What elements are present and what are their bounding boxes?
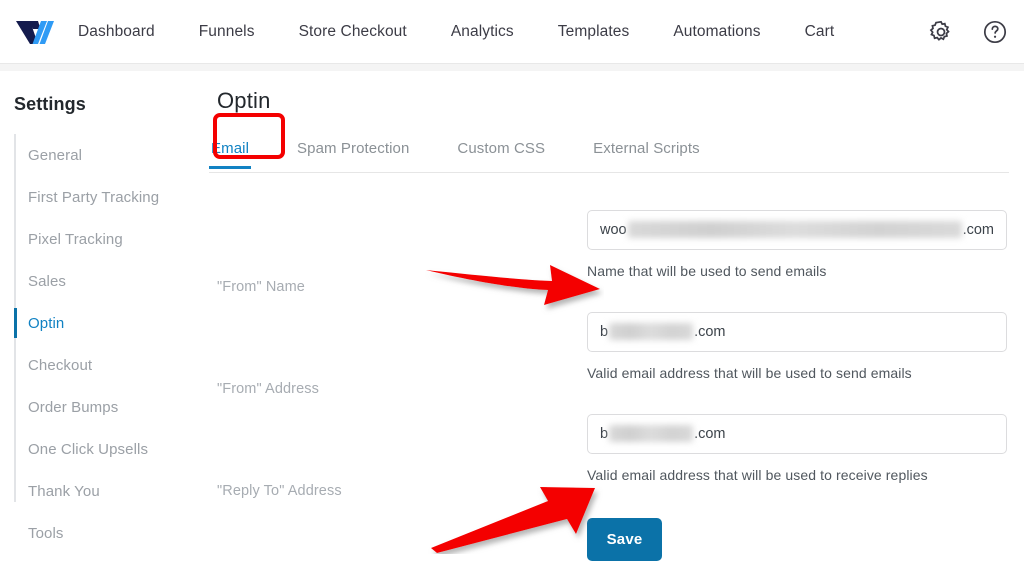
- from-address-input[interactable]: b .com: [587, 312, 1007, 352]
- page-body: Settings General First Party Tracking Pi…: [0, 64, 1024, 577]
- nav-item-store-checkout[interactable]: Store Checkout: [299, 23, 407, 41]
- nav-icon-group: [928, 0, 1008, 64]
- main-content: Optin Email Spam Protection Custom CSS E…: [196, 64, 1024, 577]
- page-title: Optin: [217, 88, 271, 113]
- help-icon[interactable]: [982, 19, 1008, 45]
- reply-to-value-redacted: [609, 424, 694, 442]
- sidebar-item-thank-you[interactable]: Thank You: [14, 470, 196, 512]
- sidebar-item-first-party-tracking[interactable]: First Party Tracking: [14, 176, 196, 218]
- tab-custom-css[interactable]: Custom CSS: [455, 134, 547, 169]
- nav-item-analytics[interactable]: Analytics: [451, 23, 514, 41]
- save-button[interactable]: Save: [587, 518, 662, 561]
- reply-to-address-label: "Reply To" Address: [217, 483, 342, 499]
- sidebar-item-pixel-tracking[interactable]: Pixel Tracking: [14, 218, 196, 260]
- sidebar-item-order-bumps[interactable]: Order Bumps: [14, 386, 196, 428]
- sidebar-menu: General First Party Tracking Pixel Track…: [14, 134, 196, 554]
- from-name-value-suffix: .com: [962, 222, 994, 238]
- tab-email[interactable]: Email: [209, 134, 252, 169]
- from-address-value-suffix: .com: [694, 324, 726, 340]
- settings-sidebar: Settings General First Party Tracking Pi…: [0, 64, 196, 577]
- nav-item-funnels[interactable]: Funnels: [199, 23, 255, 41]
- tab-spam-protection[interactable]: Spam Protection: [295, 134, 411, 169]
- sidebar-title: Settings: [14, 94, 86, 114]
- top-navigation-bar: Dashboard Funnels Store Checkout Analyti…: [0, 0, 1024, 64]
- sidebar-item-general[interactable]: General: [14, 134, 196, 176]
- from-address-label: "From" Address: [217, 381, 319, 397]
- funnelkit-logo[interactable]: [14, 16, 62, 48]
- nav-item-dashboard[interactable]: Dashboard: [78, 23, 155, 41]
- sidebar-item-optin[interactable]: Optin: [14, 302, 196, 344]
- reply-to-address-input[interactable]: b .com: [587, 414, 1007, 454]
- reply-to-value-prefix: b: [600, 426, 609, 442]
- from-name-value-prefix: woo: [600, 222, 627, 238]
- sidebar-item-one-click-upsells[interactable]: One Click Upsells: [14, 428, 196, 470]
- reply-to-value-suffix: .com: [694, 426, 726, 442]
- from-name-help: Name that will be used to send emails: [587, 263, 827, 279]
- tab-external-scripts[interactable]: External Scripts: [591, 134, 702, 169]
- from-name-value-redacted: [627, 220, 962, 238]
- reply-to-address-help: Valid email address that will be used to…: [587, 467, 928, 483]
- sidebar-item-checkout[interactable]: Checkout: [14, 344, 196, 386]
- from-name-label: "From" Name: [217, 279, 305, 295]
- nav-links: Dashboard Funnels Store Checkout Analyti…: [78, 23, 834, 41]
- sidebar-item-sales[interactable]: Sales: [14, 260, 196, 302]
- gear-icon[interactable]: [928, 19, 954, 45]
- from-address-value-prefix: b: [600, 324, 609, 340]
- from-address-value-redacted: [609, 322, 694, 340]
- sidebar-item-tools[interactable]: Tools: [14, 512, 196, 554]
- from-address-help: Valid email address that will be used to…: [587, 365, 912, 381]
- from-name-input[interactable]: woo .com: [587, 210, 1007, 250]
- nav-item-automations[interactable]: Automations: [673, 23, 760, 41]
- tab-bar: Email Spam Protection Custom CSS Externa…: [209, 113, 1009, 173]
- nav-item-cart[interactable]: Cart: [805, 23, 835, 41]
- nav-item-templates[interactable]: Templates: [558, 23, 630, 41]
